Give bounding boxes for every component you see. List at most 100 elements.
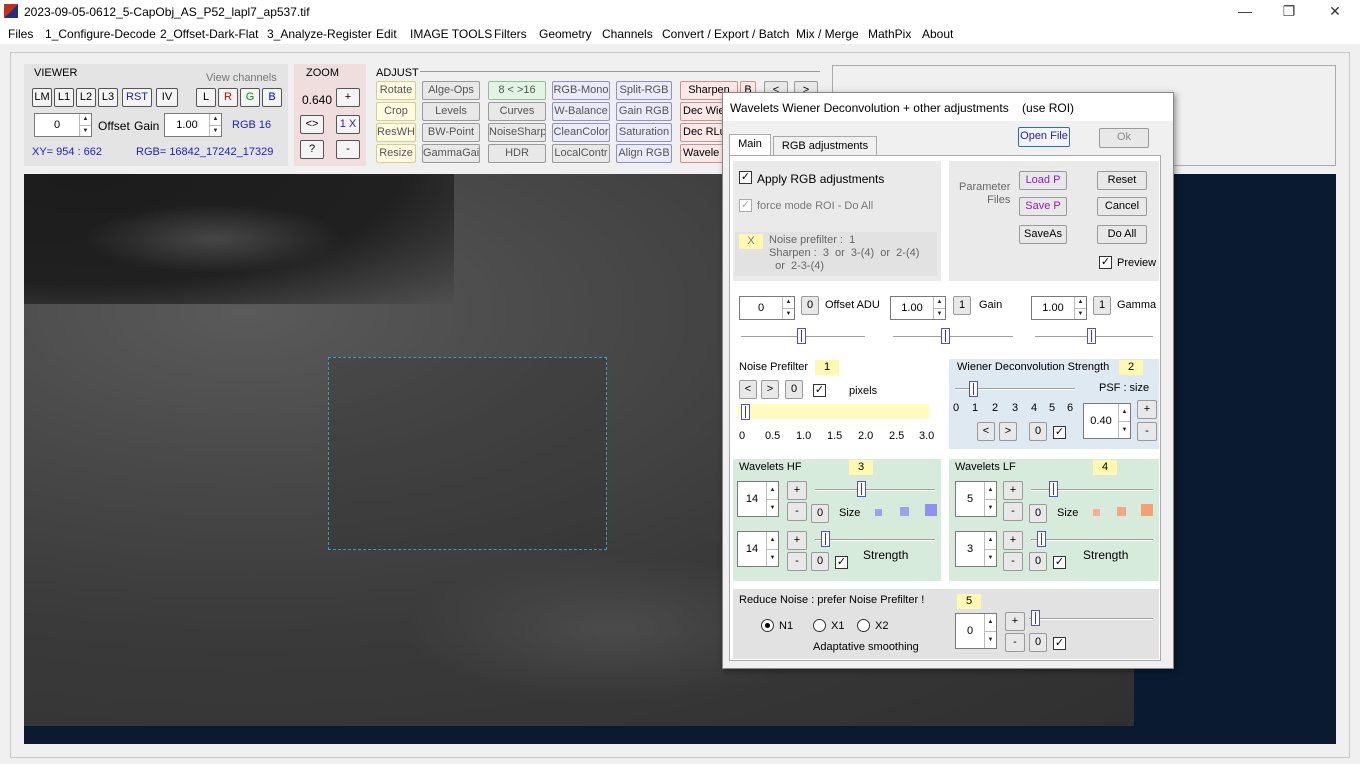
noise-slider-thumb[interactable]	[741, 404, 750, 420]
psf-minus-button[interactable]: -	[1137, 422, 1157, 441]
do-all-button[interactable]: Do All	[1097, 225, 1147, 244]
menu-mix-merge[interactable]: Mix / Merge	[796, 27, 859, 41]
spin-up-icon[interactable]: ▲	[984, 614, 996, 631]
hf-strength-slider-thumb[interactable]	[821, 531, 830, 547]
offset-spinner[interactable]: 0 ▲ ▼	[34, 113, 92, 137]
spin-down-icon[interactable]: ▼	[79, 125, 91, 136]
offset-adu-spinner[interactable]: 0 ▲ ▼	[739, 296, 795, 320]
menu-filters[interactable]: Filters	[494, 27, 527, 41]
menu-convert-export-batch[interactable]: Convert / Export / Batch	[662, 27, 789, 41]
rst-button[interactable]: RST	[122, 88, 152, 107]
psf-plus-button[interactable]: +	[1137, 400, 1157, 419]
hf-size-spinner[interactable]: 14 ▲ ▼	[737, 481, 779, 517]
resize-button[interactable]: Resize	[376, 144, 416, 163]
hdr-button[interactable]: HDR	[488, 144, 546, 163]
gamma-reset-button[interactable]: 1	[1093, 296, 1111, 315]
wiener-reset-button[interactable]: 0	[1029, 422, 1047, 441]
hf-enable-checkbox[interactable]: ✓	[835, 556, 848, 569]
hf-strength-minus-button[interactable]: -	[787, 552, 807, 571]
maximize-icon[interactable]: ❐	[1266, 2, 1312, 22]
wiener-next-button[interactable]: >	[999, 422, 1017, 441]
reduce-noise-slider-thumb[interactable]	[1031, 610, 1040, 626]
spin-up-icon[interactable]: ▲	[984, 532, 996, 549]
channel-b-button[interactable]: B	[262, 88, 282, 107]
roi-selection[interactable]	[328, 357, 607, 550]
gamma-slider-thumb[interactable]	[1087, 328, 1096, 344]
lf-strength-slider-thumb[interactable]	[1037, 531, 1046, 547]
spin-down-icon[interactable]: ▼	[766, 499, 778, 516]
lm-button[interactable]: LM	[32, 88, 52, 107]
lf-size-plus-button[interactable]: +	[1003, 481, 1023, 500]
align-rgb-button[interactable]: Align RGB	[616, 144, 672, 163]
spin-up-icon[interactable]: ▲	[766, 532, 778, 549]
x1-radio[interactable]	[813, 619, 826, 632]
hf-size-plus-button[interactable]: +	[787, 481, 807, 500]
zoom-in-button[interactable]: +	[336, 88, 360, 107]
lf-strength-plus-button[interactable]: +	[1003, 531, 1023, 550]
spin-up-icon[interactable]: ▲	[79, 114, 91, 125]
saturation-button[interactable]: Saturation	[616, 123, 672, 142]
menu-image-tools[interactable]: IMAGE TOOLS	[410, 27, 492, 41]
hf-size-reset-button[interactable]: 0	[811, 504, 829, 523]
cancel-button[interactable]: Cancel	[1097, 197, 1147, 216]
gain-reset-button[interactable]: 1	[953, 296, 971, 315]
hf-strength-spinner[interactable]: 14 ▲ ▼	[737, 531, 779, 567]
noise-enable-checkbox[interactable]: ✓	[813, 384, 826, 397]
gain-spinner[interactable]: 1.00 ▲ ▼	[164, 113, 222, 137]
reswh-button[interactable]: ResWH	[376, 123, 416, 142]
spin-down-icon[interactable]: ▼	[984, 549, 996, 566]
psf-size-spinner[interactable]: 0.40 ▲ ▼	[1083, 403, 1131, 439]
spin-up-icon[interactable]: ▲	[984, 482, 996, 499]
lf-strength-reset-button[interactable]: 0	[1029, 552, 1047, 571]
minimize-icon[interactable]: —	[1222, 2, 1268, 22]
spin-down-icon[interactable]: ▼	[1118, 421, 1130, 438]
noise-reset-button[interactable]: 0	[785, 380, 803, 399]
wiener-prev-button[interactable]: <	[977, 422, 995, 441]
lf-size-spinner[interactable]: 5 ▲ ▼	[955, 481, 997, 517]
spin-up-icon[interactable]: ▲	[209, 114, 221, 125]
menu-configure-decode[interactable]: 1_Configure-Decode	[45, 27, 156, 41]
open-file-button[interactable]: Open File	[1018, 127, 1070, 147]
noise-slider-track[interactable]	[737, 404, 929, 419]
rotate-button[interactable]: Rotate	[376, 81, 416, 100]
ok-button[interactable]: Ok	[1099, 128, 1149, 148]
channel-g-button[interactable]: G	[240, 88, 260, 107]
reset-button[interactable]: Reset	[1097, 171, 1147, 190]
gamma-spinner[interactable]: 1.00 ▲ ▼	[1031, 296, 1087, 320]
channel-l-button[interactable]: L	[196, 88, 216, 107]
spin-up-icon[interactable]: ▲	[766, 482, 778, 499]
lf-size-slider-thumb[interactable]	[1049, 481, 1058, 497]
zoom-1x-button[interactable]: 1 X	[336, 115, 360, 134]
spin-up-icon[interactable]: ▲	[782, 297, 794, 308]
spin-down-icon[interactable]: ▼	[209, 125, 221, 136]
spin-down-icon[interactable]: ▼	[933, 308, 945, 319]
reduce-noise-slider[interactable]	[1029, 618, 1153, 620]
n1-radio[interactable]	[761, 619, 774, 632]
alge-ops-button[interactable]: Alge-Ops	[422, 81, 480, 100]
hf-size-slider[interactable]	[815, 489, 935, 491]
noise-next-button[interactable]: >	[761, 380, 779, 399]
channel-r-button[interactable]: R	[218, 88, 238, 107]
spin-up-icon[interactable]: ▲	[1118, 404, 1130, 421]
gammagain-button[interactable]: GammaGain	[422, 144, 480, 163]
cleancolor-button[interactable]: CleanColor	[552, 123, 610, 142]
spin-down-icon[interactable]: ▼	[984, 499, 996, 516]
reduce-noise-minus-button[interactable]: -	[1005, 633, 1025, 652]
bit-depth-button[interactable]: 8 < >16	[488, 81, 546, 100]
lf-size-minus-button[interactable]: -	[1003, 502, 1023, 521]
gain-rgb-button[interactable]: Gain RGB	[616, 102, 672, 121]
wiener-slider-thumb[interactable]	[969, 381, 978, 397]
menu-files[interactable]: Files	[8, 27, 33, 41]
help-button[interactable]: ?	[300, 140, 324, 159]
preview-checkbox[interactable]: ✓	[1099, 256, 1112, 269]
menu-channels[interactable]: Channels	[602, 27, 653, 41]
lf-strength-spinner[interactable]: 3 ▲ ▼	[955, 531, 997, 567]
reduce-noise-reset-button[interactable]: 0	[1029, 633, 1047, 652]
levels-button[interactable]: Levels	[422, 102, 480, 121]
dialog-gain-spinner[interactable]: 1.00 ▲ ▼	[890, 296, 946, 320]
noisesharp-button[interactable]: NoiseSharp	[488, 123, 546, 142]
bw-point-button[interactable]: BW-Point	[422, 123, 480, 142]
spin-down-icon[interactable]: ▼	[984, 631, 996, 648]
lf-enable-checkbox[interactable]: ✓	[1053, 556, 1066, 569]
menu-geometry[interactable]: Geometry	[539, 27, 592, 41]
